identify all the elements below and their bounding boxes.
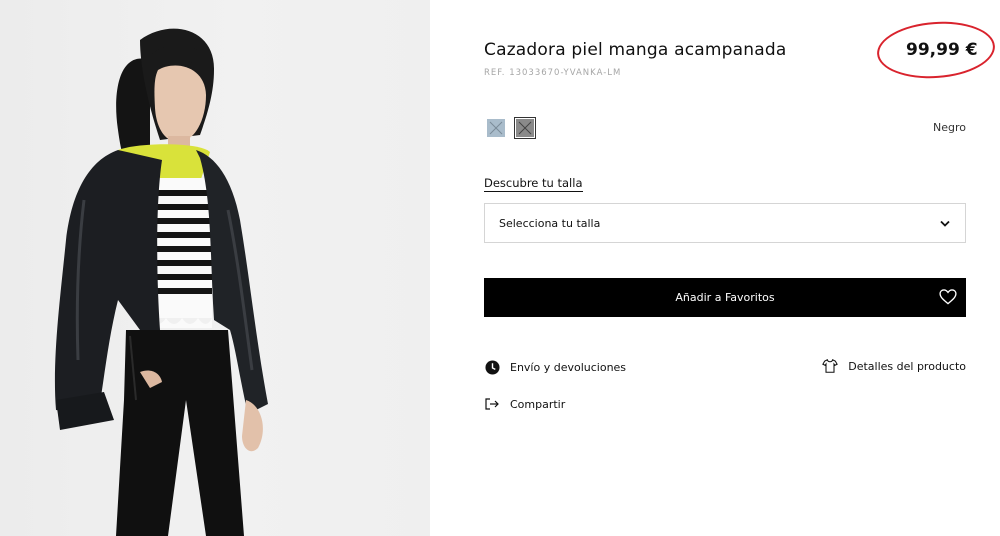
share-label: Compartir (510, 397, 566, 411)
shipping-returns-label: Envío y devoluciones (510, 360, 627, 374)
chevron-down-icon (939, 217, 951, 229)
product-details-label: Detalles del producto (848, 359, 966, 373)
unavailable-cross-icon (518, 121, 532, 135)
tshirt-icon (822, 358, 839, 374)
size-dropdown-label: Selecciona tu talla (499, 216, 601, 230)
product-info-panel: Cazadora piel manga acampanada REF. 1303… (430, 0, 1000, 536)
shipping-returns-link[interactable]: Envío y devoluciones (484, 359, 626, 375)
product-details-link[interactable]: Detalles del producto (822, 358, 966, 374)
product-photo (0, 0, 430, 536)
selected-color-name: Negro (933, 121, 966, 134)
size-guide-link[interactable]: Descubre tu talla (484, 176, 583, 192)
clock-icon (484, 359, 500, 375)
add-to-favorites-button[interactable]: Añadir a Favoritos (484, 278, 966, 317)
product-reference: REF. 13033670-YVANKA-LM (484, 68, 622, 78)
product-title: Cazadora piel manga acampanada (484, 40, 787, 60)
color-swatch-black[interactable] (514, 117, 536, 139)
size-dropdown[interactable]: Selecciona tu talla (484, 203, 966, 243)
product-price: 99,99 € (906, 40, 978, 60)
add-to-favorites-label: Añadir a Favoritos (675, 291, 775, 304)
share-icon (484, 396, 500, 412)
heart-icon[interactable] (938, 287, 958, 307)
unavailable-cross-icon (489, 121, 503, 135)
color-swatch-blue-gray[interactable] (487, 119, 505, 137)
share-link[interactable]: Compartir (484, 396, 565, 412)
model-illustration (54, 28, 268, 536)
